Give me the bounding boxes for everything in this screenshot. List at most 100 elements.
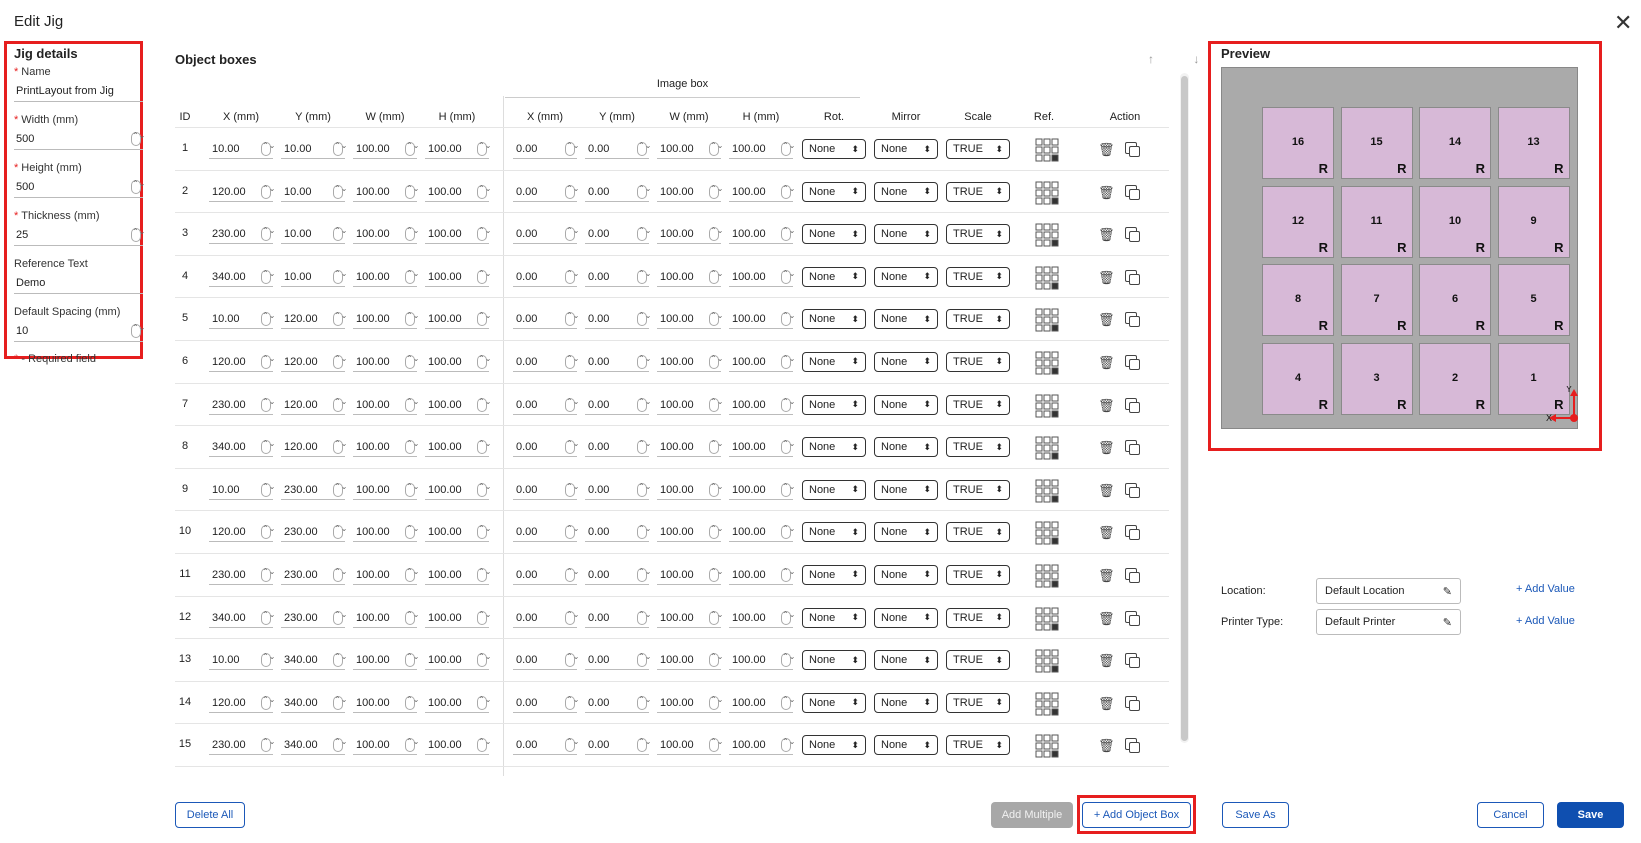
spinner-icon[interactable]: ⌃⌄ [333, 312, 347, 327]
mirror-select[interactable]: None ⬍ [874, 735, 938, 756]
number-input[interactable]: 10.00 ⌃⌄ [209, 310, 275, 330]
spinner-icon[interactable]: ⌃⌄ [261, 482, 275, 497]
number-input[interactable]: 0.00 ⌃⌄ [585, 268, 651, 287]
spinner-icon[interactable]: ⌃⌄ [405, 397, 419, 412]
number-input[interactable]: 100.00 ⌃⌄ [425, 566, 491, 585]
number-input[interactable]: 100.00 ⌃⌄ [657, 225, 723, 245]
spinner-icon[interactable]: ⌃⌄ [781, 653, 795, 668]
number-input[interactable]: 100.00 ⌃⌄ [729, 438, 795, 458]
number-input[interactable]: 100.00 ⌃⌄ [425, 694, 491, 713]
number-input[interactable]: 0.00 ⌃⌄ [585, 523, 651, 543]
spinner-icon[interactable]: ⌃⌄ [477, 482, 491, 497]
trash-icon[interactable]: 🗑 [1098, 440, 1115, 456]
number-input[interactable]: 100.00 ⌃⌄ [425, 225, 491, 245]
spinner-icon[interactable]: ⌃⌄ [333, 525, 347, 540]
scale-select[interactable]: TRUE ⬍ [946, 564, 1010, 585]
trash-icon[interactable]: 🗑 [1098, 738, 1115, 754]
number-input[interactable]: 100.00 ⌃⌄ [729, 609, 795, 628]
number-input[interactable]: 0.00 ⌃⌄ [513, 438, 579, 458]
spinner-icon[interactable]: ⌃⌄ [333, 269, 347, 284]
number-input[interactable]: 120.00 ⌃⌄ [281, 396, 347, 415]
number-input[interactable]: 100.00 ⌃⌄ [353, 268, 419, 287]
number-input[interactable]: 230.00 ⌃⌄ [209, 396, 275, 415]
add-multiple-button[interactable]: Add Multiple [991, 802, 1073, 828]
duplicate-icon[interactable] [1125, 142, 1140, 157]
spinner-icon[interactable]: ⌃⌄ [709, 695, 723, 710]
spinner-icon[interactable]: ⌃⌄ [781, 227, 795, 242]
spinner-icon[interactable]: ⌃⌄ [261, 184, 275, 199]
number-input[interactable]: 0.00 ⌃⌄ [513, 310, 579, 330]
number-input[interactable]: 100.00 ⌃⌄ [353, 694, 419, 713]
spinner-icon[interactable]: ⌃⌄ [781, 695, 795, 710]
spinner-icon[interactable]: ⌃⌄ [261, 269, 275, 284]
location-add-value-link[interactable]: + Add Value [1516, 583, 1575, 595]
number-input[interactable]: 10.00 ⌃⌄ [281, 183, 347, 202]
scale-select[interactable]: TRUE ⬍ [946, 479, 1010, 500]
default-spacing-field[interactable]: 10 ⌃⌄ [14, 321, 145, 342]
printer-type-field[interactable]: Default Printer ✎ [1316, 609, 1461, 635]
number-input[interactable]: 0.00 ⌃⌄ [513, 481, 579, 500]
reference-grid-icon[interactable] [1035, 564, 1059, 588]
number-input[interactable]: 0.00 ⌃⌄ [513, 140, 579, 159]
number-input[interactable]: 0.00 ⌃⌄ [585, 438, 651, 458]
spinner-icon[interactable]: ⌃⌄ [261, 695, 275, 710]
number-input[interactable]: 100.00 ⌃⌄ [729, 694, 795, 713]
add-object-box-button[interactable]: + Add Object Box [1082, 802, 1191, 828]
spinner-icon[interactable]: ⌃⌄ [565, 567, 579, 582]
spinner-icon[interactable]: ⌃⌄ [781, 312, 795, 327]
number-input[interactable]: 100.00 ⌃⌄ [353, 140, 419, 159]
number-input[interactable]: 100.00 ⌃⌄ [425, 310, 491, 330]
trash-icon[interactable]: 🗑 [1098, 653, 1115, 669]
mirror-select[interactable]: None ⬍ [874, 224, 938, 245]
number-input[interactable]: 100.00 ⌃⌄ [657, 481, 723, 500]
number-input[interactable]: 100.00 ⌃⌄ [729, 310, 795, 330]
reference-grid-icon[interactable] [1035, 649, 1059, 673]
spinner-icon[interactable]: ⌃⌄ [637, 269, 651, 284]
number-input[interactable]: 0.00 ⌃⌄ [585, 225, 651, 245]
spinner-icon[interactable]: ⌃⌄ [333, 184, 347, 199]
spinner-icon[interactable]: ⌃⌄ [333, 397, 347, 412]
mirror-select[interactable]: None ⬍ [874, 692, 938, 713]
number-input[interactable]: 230.00 ⌃⌄ [281, 481, 347, 500]
number-input[interactable]: 100.00 ⌃⌄ [657, 736, 723, 756]
spinner-icon[interactable]: ⌃⌄ [477, 738, 491, 753]
rotation-select[interactable]: None ⬍ [802, 522, 866, 543]
rotation-select[interactable]: None ⬍ [802, 351, 866, 372]
spinner-icon[interactable]: ⌃⌄ [261, 525, 275, 540]
spinner-icon[interactable]: ⌃⌄ [333, 567, 347, 582]
mirror-select[interactable]: None ⬍ [874, 479, 938, 500]
rotation-select[interactable]: None ⬍ [802, 181, 866, 202]
number-input[interactable]: 120.00 ⌃⌄ [281, 353, 347, 372]
spinner-icon[interactable]: ⌃⌄ [637, 653, 651, 668]
number-input[interactable]: 100.00 ⌃⌄ [353, 609, 419, 628]
scale-select[interactable]: TRUE ⬍ [946, 437, 1010, 458]
scale-select[interactable]: TRUE ⬍ [946, 394, 1010, 415]
duplicate-icon[interactable] [1125, 695, 1140, 711]
number-input[interactable]: 0.00 ⌃⌄ [513, 225, 579, 245]
spinner-icon[interactable]: ⌃⌄ [261, 653, 275, 668]
scale-select[interactable]: TRUE ⬍ [946, 692, 1010, 713]
rotation-select[interactable]: None ⬍ [802, 437, 866, 458]
rotation-select[interactable]: None ⬍ [802, 735, 866, 756]
trash-icon[interactable]: 🗑 [1098, 312, 1115, 328]
spinner-icon[interactable]: ⌃⌄ [565, 354, 579, 369]
duplicate-icon[interactable] [1125, 440, 1140, 456]
number-input[interactable]: 0.00 ⌃⌄ [585, 566, 651, 585]
number-input[interactable]: 10.00 ⌃⌄ [281, 225, 347, 245]
spinner-icon[interactable]: ⌃⌄ [709, 312, 723, 327]
number-input[interactable]: 100.00 ⌃⌄ [353, 651, 419, 671]
spinner-icon[interactable]: ⌃⌄ [709, 440, 723, 455]
spinner-icon[interactable]: ⌃⌄ [781, 610, 795, 625]
spinner-icon[interactable]: ⌃⌄ [781, 354, 795, 369]
spinner-icon[interactable]: ⌃⌄ [565, 482, 579, 497]
spinner-icon[interactable]: ⌃⌄ [637, 354, 651, 369]
spinner-icon[interactable]: ⌃⌄ [637, 738, 651, 753]
mirror-select[interactable]: None ⬍ [874, 522, 938, 543]
number-input[interactable]: 120.00 ⌃⌄ [281, 310, 347, 330]
number-input[interactable]: 0.00 ⌃⌄ [585, 736, 651, 756]
number-input[interactable]: 100.00 ⌃⌄ [425, 651, 491, 671]
spinner-icon[interactable]: ⌃⌄ [565, 695, 579, 710]
spinner-icon[interactable]: ⌃⌄ [565, 227, 579, 242]
spinner-icon[interactable]: ⌃⌄ [333, 653, 347, 668]
trash-icon[interactable]: 🗑 [1098, 696, 1115, 712]
